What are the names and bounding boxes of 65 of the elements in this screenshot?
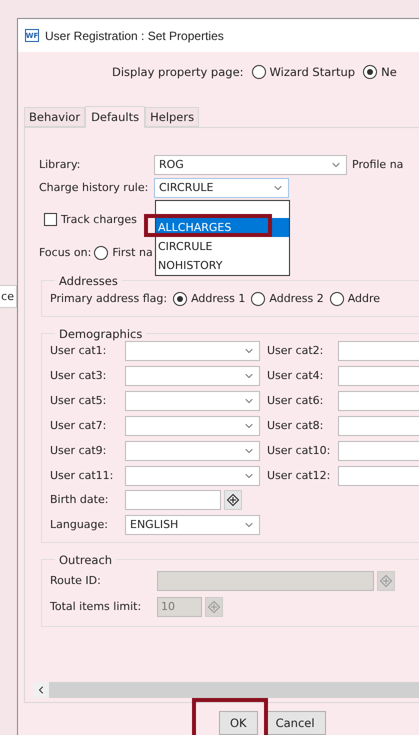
radio-label: First na bbox=[112, 246, 153, 260]
category-field[interactable] bbox=[338, 366, 419, 386]
diamond-icon bbox=[380, 574, 392, 587]
checkbox[interactable] bbox=[44, 213, 57, 226]
radio-label: Address 2 bbox=[269, 292, 324, 306]
checkbox-label: Track charges bbox=[61, 213, 137, 226]
background-button[interactable]: ce bbox=[0, 285, 17, 308]
field-label: Display property page: bbox=[112, 64, 244, 79]
dialog-button[interactable]: OK bbox=[219, 711, 258, 735]
category-field[interactable] bbox=[338, 390, 419, 411]
category-field[interactable] bbox=[338, 440, 419, 461]
field-label: User cat10: bbox=[266, 444, 332, 458]
group-title: Demographics bbox=[58, 326, 144, 341]
radio-button[interactable] bbox=[363, 64, 378, 79]
category-field[interactable] bbox=[338, 340, 419, 361]
field-label: Route ID: bbox=[50, 574, 102, 588]
radio-label: Address 1 bbox=[191, 292, 246, 306]
group-title: Outreach bbox=[58, 552, 114, 567]
category-select[interactable] bbox=[125, 340, 260, 361]
scroll-left-icon[interactable] bbox=[33, 682, 49, 698]
tab[interactable]: Defaults bbox=[85, 106, 146, 128]
language-select[interactable]: ENGLISH bbox=[125, 514, 260, 535]
category-field[interactable] bbox=[338, 466, 419, 486]
category-select[interactable] bbox=[125, 416, 260, 436]
field-label: User cat9: bbox=[50, 444, 108, 458]
category-select[interactable] bbox=[125, 440, 260, 461]
field-label: Charge history rule: bbox=[39, 181, 150, 194]
field-label: Primary address flag: bbox=[50, 292, 168, 306]
field-label: User cat2: bbox=[266, 344, 324, 358]
field-label: User cat12: bbox=[266, 469, 332, 482]
date-field[interactable] bbox=[125, 490, 221, 510]
radio-button[interactable] bbox=[252, 64, 266, 79]
tab[interactable]: Behavior bbox=[24, 106, 86, 127]
field-label: User cat8: bbox=[266, 419, 324, 432]
field-label: User cat6: bbox=[266, 394, 324, 408]
horizontal-scrollbar[interactable] bbox=[33, 682, 419, 698]
diamond-icon bbox=[208, 600, 220, 613]
group-title: Addresses bbox=[58, 274, 119, 288]
tab[interactable]: Helpers bbox=[145, 106, 200, 127]
radio-button[interactable] bbox=[330, 292, 344, 306]
radio-label: Addre bbox=[348, 292, 380, 306]
field-label: User cat3: bbox=[50, 369, 108, 382]
window-title: User Registration : Set Properties bbox=[45, 28, 224, 43]
picker-button[interactable] bbox=[224, 490, 242, 510]
field-label: Language: bbox=[50, 518, 109, 532]
field-label: User cat1: bbox=[50, 344, 108, 358]
field-label: Focus on: bbox=[39, 246, 92, 260]
diamond-icon bbox=[227, 494, 239, 506]
radio-button[interactable] bbox=[251, 292, 266, 306]
radio-button[interactable] bbox=[173, 292, 188, 306]
field-label: User cat11: bbox=[50, 469, 114, 482]
field-label: Library: bbox=[39, 158, 82, 172]
radio-label: Wizard Startup bbox=[270, 64, 356, 79]
category-select[interactable] bbox=[125, 366, 260, 386]
radio-button[interactable] bbox=[94, 246, 108, 260]
field-label: User cat7: bbox=[50, 419, 108, 432]
field-label: User cat5: bbox=[50, 394, 108, 408]
library-select[interactable]: ROG bbox=[154, 154, 347, 175]
category-field[interactable] bbox=[338, 416, 419, 436]
field-label: Profile na bbox=[352, 158, 404, 172]
category-select[interactable] bbox=[125, 390, 260, 411]
field-label: Total items limit: bbox=[50, 600, 142, 614]
field-label: User cat4: bbox=[266, 369, 324, 382]
radio-label: Ne bbox=[381, 64, 397, 79]
field-label: Birth date: bbox=[50, 493, 110, 506]
